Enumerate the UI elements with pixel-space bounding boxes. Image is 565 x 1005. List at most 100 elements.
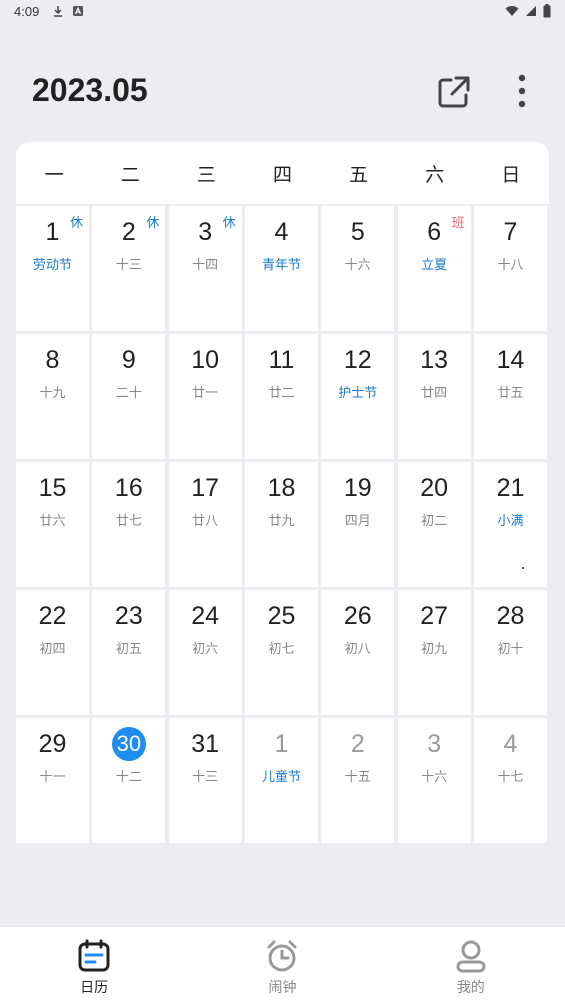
day-number: 23 (114, 602, 143, 630)
day-number: 12 (343, 346, 372, 374)
day-cell-next-month[interactable]: 3 十六 (397, 718, 471, 843)
lunar-date: 立夏 (421, 258, 448, 273)
weekday-header: 一 二 三 四 五 六 日 (16, 142, 549, 204)
more-options-button[interactable] (504, 72, 540, 112)
status-bar: 4:09 (0, 0, 565, 26)
day-number: 8 (45, 346, 60, 374)
day-cell[interactable]: 3 十四 休 (168, 206, 242, 331)
lunar-date: 十三 (192, 770, 219, 785)
lunar-date: 廿六 (39, 514, 66, 529)
lunar-date: 初八 (344, 642, 371, 657)
day-number: 2 (350, 730, 365, 758)
external-link-icon (438, 76, 470, 108)
cell-signal-icon (526, 6, 536, 16)
day-cell[interactable]: 26 初八 (321, 590, 395, 715)
day-cell[interactable]: 10 廿一 (168, 334, 242, 459)
status-right (505, 4, 551, 18)
day-cell-next-month[interactable]: 1 儿童节 (244, 718, 318, 843)
lunar-date: 廿二 (268, 386, 295, 401)
day-cell[interactable]: 24 初六 (168, 590, 242, 715)
lunar-date: 二十 (115, 386, 142, 401)
lunar-date: 廿八 (192, 514, 219, 529)
day-number: 29 (38, 730, 67, 758)
app-notification-icon (73, 6, 83, 16)
day-number: 10 (191, 346, 220, 374)
day-number: 28 (496, 602, 525, 630)
lunar-date: 十一 (39, 770, 66, 785)
day-cell[interactable]: 15 廿六 (16, 462, 89, 587)
day-number: 11 (268, 346, 295, 374)
lunar-date: 初九 (421, 642, 448, 657)
day-cell[interactable]: 21 小满 (473, 462, 547, 587)
weekday-label: 五 (349, 163, 369, 186)
lunar-date: 儿童节 (261, 770, 301, 785)
day-cell[interactable]: 8 十九 (16, 334, 89, 459)
day-cell[interactable]: 5 十六 (321, 206, 395, 331)
lunar-date: 十二 (115, 770, 142, 785)
day-number: 22 (38, 602, 67, 630)
day-cell[interactable]: 16 廿七 (92, 462, 166, 587)
nav-tab-alarm[interactable]: 闹钟 (188, 927, 376, 1005)
calendar-icon (78, 939, 110, 972)
lunar-date: 十八 (497, 258, 524, 273)
alarm-clock-icon (267, 940, 297, 972)
day-cell[interactable]: 22 初四 (16, 590, 89, 715)
day-cell[interactable]: 28 初十 (473, 590, 547, 715)
day-cell[interactable]: 25 初七 (244, 590, 318, 715)
day-cell[interactable]: 11 廿二 (244, 334, 318, 459)
day-cell[interactable]: 6 立夏 班 (397, 206, 471, 331)
day-cell-next-month[interactable]: 2 十五 (321, 718, 395, 843)
day-cell[interactable]: 27 初九 (397, 590, 471, 715)
day-number: 26 (343, 602, 372, 630)
day-cell[interactable]: 14 廿五 (473, 334, 547, 459)
day-cell[interactable]: 31 十三 (168, 718, 242, 843)
day-number: 14 (496, 346, 525, 374)
lunar-date: 十九 (39, 386, 66, 401)
nav-label: 闹钟 (268, 980, 297, 996)
day-cell[interactable]: 17 廿八 (168, 462, 242, 587)
day-cell[interactable]: 4 青年节 (244, 206, 318, 331)
lunar-date: 青年节 (261, 258, 301, 273)
lunar-date: 劳动节 (32, 258, 72, 273)
day-cell[interactable]: 12 护士节 (321, 334, 395, 459)
day-cell[interactable]: 2 十三 休 (92, 206, 166, 331)
lunar-date: 初四 (39, 642, 66, 657)
day-cell[interactable]: 13 廿四 (397, 334, 471, 459)
lunar-date: 四月 (344, 514, 371, 529)
day-number: 13 (420, 346, 449, 374)
lunar-date: 十六 (421, 770, 448, 785)
day-cell[interactable]: 20 初二 (397, 462, 471, 587)
battery-icon (543, 4, 551, 18)
holiday-badge: 休 (69, 216, 83, 231)
day-cell[interactable]: 9 二十 (92, 334, 166, 459)
day-cell[interactable]: 1 劳动节 休 (16, 206, 89, 331)
share-button[interactable] (434, 72, 474, 112)
nav-tab-profile[interactable]: 我的 (377, 927, 565, 1005)
month-title: 2023.05 (32, 72, 148, 108)
lunar-date: 十四 (192, 258, 219, 273)
day-cell[interactable]: 7 十八 (473, 206, 547, 331)
holiday-badge: 休 (146, 216, 160, 231)
day-cell[interactable]: 18 廿九 (244, 462, 318, 587)
day-cell[interactable]: 29 十一 (16, 718, 89, 843)
day-number: 4 (274, 218, 289, 246)
day-cell[interactable]: 23 初五 (92, 590, 166, 715)
nav-tab-calendar[interactable]: 日历 (0, 927, 188, 1005)
today-marker: 30 (111, 727, 146, 761)
day-number: 15 (38, 474, 67, 502)
day-number: 27 (420, 602, 449, 630)
event-dot (521, 567, 524, 569)
day-number: 5 (350, 218, 365, 246)
day-cell-today[interactable]: 30 十二 (92, 718, 166, 843)
day-number: 1 (274, 730, 289, 758)
lunar-date: 初十 (497, 642, 524, 657)
download-icon (54, 6, 62, 17)
holiday-badge: 休 (222, 216, 236, 231)
day-number: 19 (343, 474, 372, 502)
lunar-date: 十七 (497, 770, 524, 785)
lunar-date: 初五 (115, 642, 142, 657)
day-cell-next-month[interactable]: 4 十七 (473, 718, 547, 843)
day-cell[interactable]: 19 四月 (321, 462, 395, 587)
lunar-date: 廿一 (192, 386, 219, 401)
day-number: 16 (114, 474, 143, 502)
